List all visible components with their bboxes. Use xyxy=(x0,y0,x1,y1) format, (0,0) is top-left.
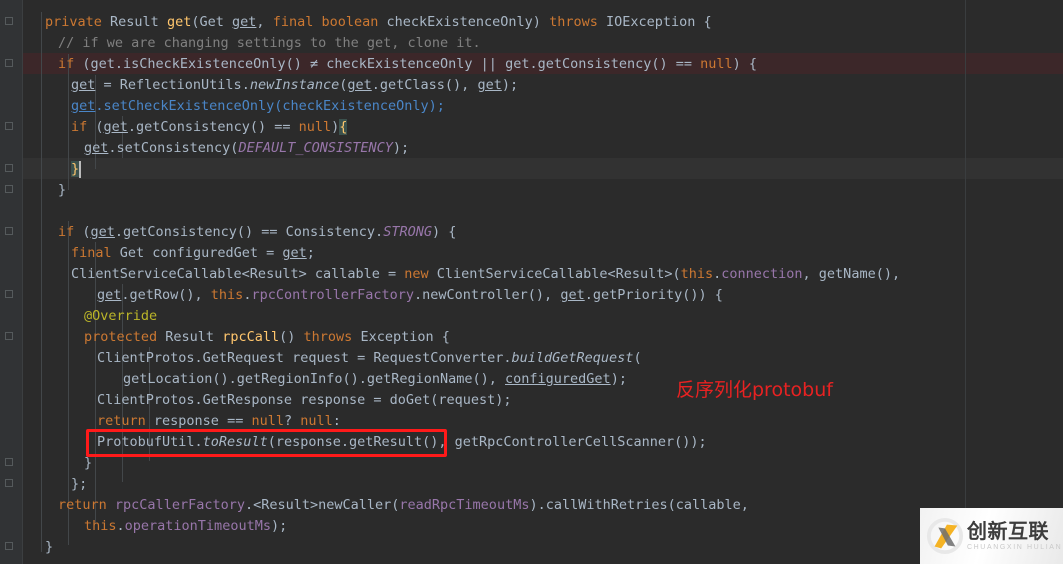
fold-marker-icon[interactable] xyxy=(5,290,13,298)
code-line: @Override xyxy=(84,308,158,324)
code-line: } xyxy=(45,539,54,555)
right-margin-guide xyxy=(965,0,966,564)
code-line: if (get.getConsistency() == null){ xyxy=(71,119,348,135)
code-line: ClientServiceCallable<Result> callable =… xyxy=(71,266,901,282)
code-line: get.getRow(), this.rpcControllerFactory.… xyxy=(97,287,723,303)
code-line: } xyxy=(58,182,67,198)
code-line: final Get configuredGet = get; xyxy=(71,245,315,261)
fold-marker-icon[interactable] xyxy=(5,164,13,172)
circle-x-logo-icon xyxy=(926,517,964,555)
code-line: ClientProtos.GetRequest request = Reques… xyxy=(97,350,642,366)
fold-marker-icon[interactable] xyxy=(5,122,13,130)
code-line: get.setConsistency(DEFAULT_CONSISTENCY); xyxy=(84,140,410,156)
code-line: get.setCheckExistenceOnly(checkExistence… xyxy=(71,98,445,114)
fold-marker-icon[interactable] xyxy=(5,227,13,235)
code-line: private Result get(Get get, final boolea… xyxy=(45,14,712,30)
code-line: if (get.getConsistency() == Consistency.… xyxy=(58,224,457,240)
code-line: // if we are changing settings to the ge… xyxy=(58,35,481,51)
watermark-brand-en: CHUANGXIN HULIAN xyxy=(967,544,1063,551)
gutter-separator xyxy=(22,0,23,564)
caret-line-highlight xyxy=(23,158,1063,179)
code-line: get = ReflectionUtils.newInstance(get.ge… xyxy=(71,77,519,93)
code-line: return rpcCallerFactory.<Result>newCalle… xyxy=(58,497,749,513)
watermark-brand-cn: 创新互联 xyxy=(967,519,1049,543)
code-line: }; xyxy=(71,476,88,492)
fold-marker-icon[interactable] xyxy=(5,542,13,550)
fold-marker-icon[interactable] xyxy=(5,332,13,340)
fold-marker-icon[interactable] xyxy=(5,17,13,25)
watermark-badge: 创新互联 CHUANGXIN HULIAN xyxy=(920,508,1063,564)
code-line: } xyxy=(71,161,80,177)
code-editor-window: private Result get(Get get, final boolea… xyxy=(0,0,1063,564)
fold-marker-icon[interactable] xyxy=(5,458,13,466)
annotation-highlight-box xyxy=(86,429,447,457)
code-line: if (get.isCheckExistenceOnly() ≠ checkEx… xyxy=(58,56,758,72)
code-line: this.operationTimeoutMs); xyxy=(84,518,288,534)
code-line: protected Result rpcCall() throws Except… xyxy=(84,329,450,345)
fold-marker-icon[interactable] xyxy=(5,59,13,67)
code-line: ClientProtos.GetResponse response = doGe… xyxy=(97,392,512,408)
annotation-note-text: 反序列化protobuf xyxy=(676,379,833,401)
text-caret xyxy=(79,161,81,178)
fold-marker-icon[interactable] xyxy=(5,479,13,487)
code-surface[interactable]: private Result get(Get get, final boolea… xyxy=(23,0,1063,564)
code-line: getLocation().getRegionInfo().getRegionN… xyxy=(123,371,627,387)
fold-marker-icon[interactable] xyxy=(5,185,13,193)
indent-guide xyxy=(41,12,42,552)
